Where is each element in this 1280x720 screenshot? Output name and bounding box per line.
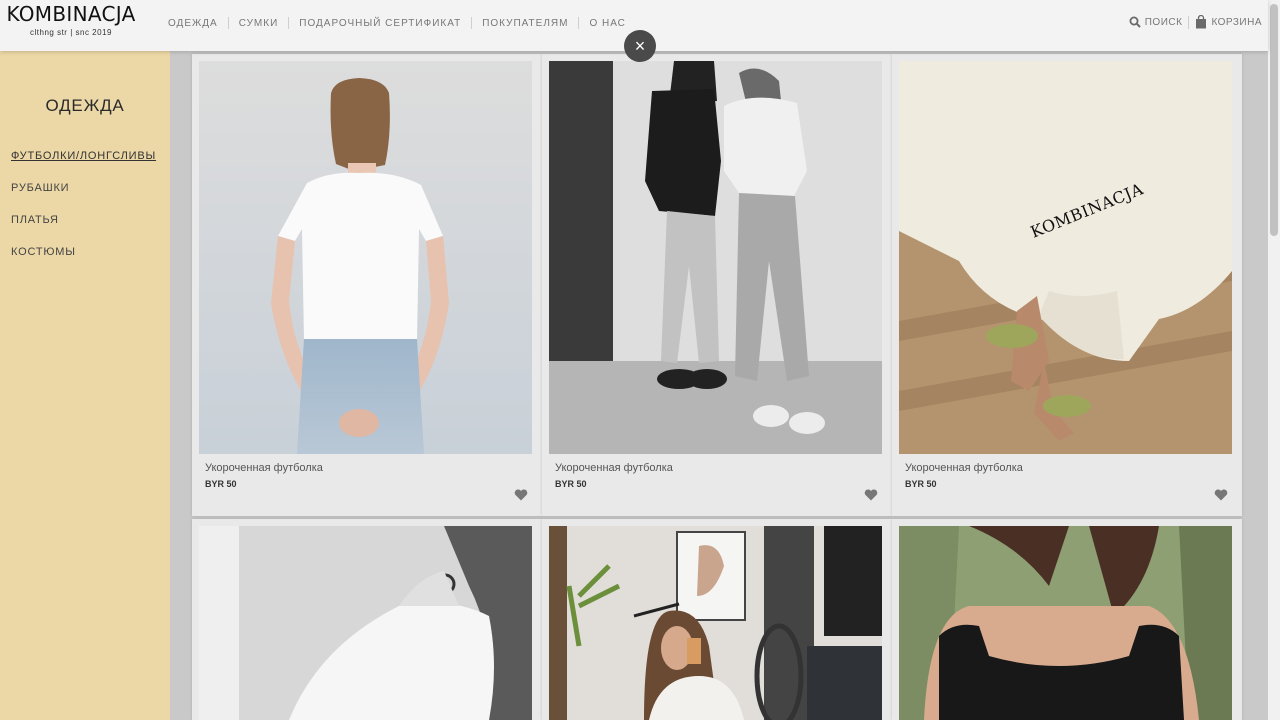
- heart-icon: [514, 489, 528, 501]
- logo-tagline: clthng str | snc 2019: [30, 28, 112, 37]
- product-card[interactable]: Укороченная футболка BYR 50: [192, 54, 542, 516]
- product-card[interactable]: KOMBINACJA Укороченная футболка BYR 50: [892, 54, 1242, 516]
- category-item-tshirts[interactable]: ФУТБОЛКИ/ЛОНГСЛИВЫ: [11, 150, 170, 182]
- cart-button[interactable]: КОРЗИНА: [1195, 15, 1262, 29]
- product-image[interactable]: [199, 526, 532, 720]
- product-card[interactable]: [542, 519, 892, 720]
- nav-item-customers[interactable]: ПОКУПАТЕЛЯМ: [472, 18, 578, 29]
- nav-item-clothing[interactable]: ОДЕЖДА: [158, 18, 228, 29]
- nav-item-about[interactable]: О НАС: [579, 18, 635, 29]
- product-price: BYR 50: [905, 479, 937, 489]
- tools-divider: [1188, 15, 1190, 29]
- product-image[interactable]: [549, 526, 882, 720]
- cart-label: КОРЗИНА: [1211, 16, 1262, 28]
- product-card[interactable]: [192, 519, 542, 720]
- sidebar-title: ОДЕЖДА: [45, 96, 125, 115]
- product-image[interactable]: KOMBINACJA: [899, 61, 1232, 454]
- favorite-button[interactable]: [1214, 488, 1228, 506]
- nav-item-gift-certificate[interactable]: ПОДАРОЧНЫЙ СЕРТИФИКАТ: [289, 18, 471, 29]
- search-label: ПОИСК: [1144, 16, 1183, 28]
- category-item-suits[interactable]: КОСТЮМЫ: [11, 246, 170, 278]
- product-card[interactable]: Укороченная футболка BYR 50: [542, 54, 892, 516]
- main-nav: ОДЕЖДА СУМКИ ПОДАРОЧНЫЙ СЕРТИФИКАТ ПОКУП…: [158, 17, 636, 29]
- search-icon: [1129, 16, 1141, 28]
- product-image[interactable]: [549, 61, 882, 454]
- product-price: BYR 50: [205, 479, 237, 489]
- category-item-dresses[interactable]: ПЛАТЬЯ: [11, 214, 170, 246]
- logo-name: KOMBINACJA: [6, 2, 136, 26]
- shopping-bag-icon: [1196, 15, 1207, 29]
- search-button[interactable]: ПОИСК: [1129, 16, 1183, 28]
- product-price: BYR 50: [555, 479, 587, 489]
- product-title[interactable]: Укороченная футболка: [205, 462, 323, 474]
- close-button[interactable]: ×: [624, 30, 656, 62]
- favorite-button[interactable]: [514, 488, 528, 506]
- category-sidebar: ОДЕЖДА ФУТБОЛКИ/ЛОНГСЛИВЫ РУБАШКИ ПЛАТЬЯ…: [0, 51, 170, 720]
- heart-icon: [1214, 489, 1228, 501]
- logo[interactable]: KOMBINACJA clthng str | snc 2019: [3, 3, 139, 37]
- header-tools: ПОИСК КОРЗИНА: [1129, 15, 1262, 29]
- nav-item-bags[interactable]: СУМКИ: [229, 18, 289, 29]
- category-item-shirts[interactable]: РУБАШКИ: [11, 182, 170, 214]
- product-card[interactable]: [892, 519, 1242, 720]
- heart-icon: [864, 489, 878, 501]
- product-image[interactable]: [199, 61, 532, 454]
- favorite-button[interactable]: [864, 488, 878, 506]
- scrollbar-thumb[interactable]: [1270, 4, 1278, 236]
- category-list: ФУТБОЛКИ/ЛОНГСЛИВЫ РУБАШКИ ПЛАТЬЯ КОСТЮМ…: [0, 150, 170, 278]
- page-scrollbar[interactable]: [1268, 0, 1280, 720]
- product-title[interactable]: Укороченная футболка: [905, 462, 1023, 474]
- product-image[interactable]: [899, 526, 1232, 720]
- product-title[interactable]: Укороченная футболка: [555, 462, 673, 474]
- close-icon: ×: [634, 36, 646, 56]
